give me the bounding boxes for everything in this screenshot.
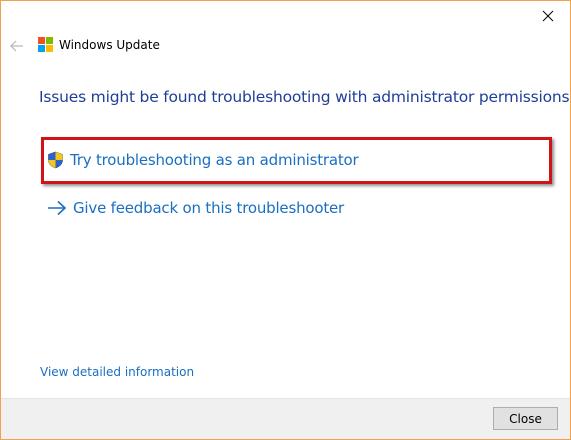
page-heading: Issues might be found troubleshooting wi… xyxy=(39,88,570,106)
windows-update-logo-icon xyxy=(38,37,54,53)
close-button[interactable]: Close xyxy=(493,407,558,430)
uac-shield-icon xyxy=(48,151,63,169)
troubleshooter-window: Windows Update Issues might be found tro… xyxy=(0,0,571,440)
back-arrow-icon[interactable] xyxy=(7,36,27,56)
give-feedback-link[interactable]: Give feedback on this troubleshooter xyxy=(47,199,344,217)
window-close-icon[interactable] xyxy=(528,3,568,29)
view-detailed-information-link[interactable]: View detailed information xyxy=(40,365,194,379)
try-as-administrator-link[interactable]: Try troubleshooting as an administrator xyxy=(47,151,359,169)
footer-bar: Close xyxy=(1,398,570,439)
app-title: Windows Update xyxy=(59,38,160,52)
option-label: Give feedback on this troubleshooter xyxy=(73,199,345,217)
option-label: Try troubleshooting as an administrator xyxy=(70,151,359,169)
arrow-right-icon xyxy=(48,200,67,216)
app-header: Windows Update xyxy=(38,37,160,53)
